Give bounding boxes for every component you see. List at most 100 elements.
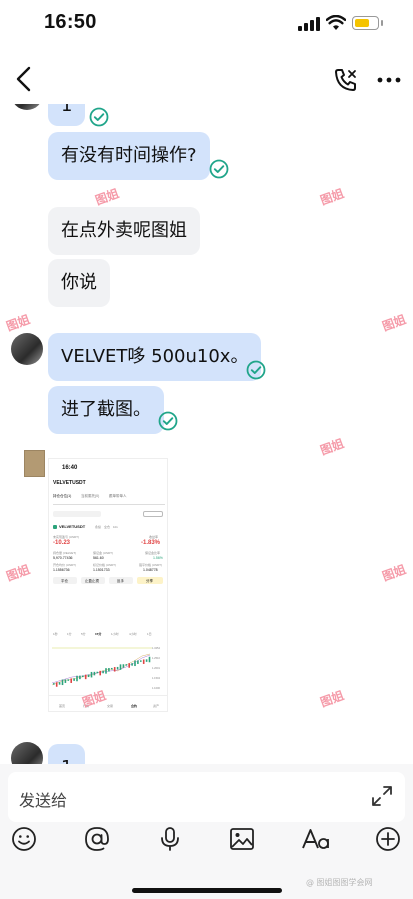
screenshot-image[interactable]: 16:40 VELVETUSDT 持仓仓位(1) 当前委托(0) 跟单带单人 V…	[48, 458, 168, 712]
candle	[113, 667, 116, 672]
shot-stat-label: 持仓量 (VELVET)	[53, 551, 77, 555]
shot-button: 止盈止损	[85, 578, 99, 583]
candle	[55, 682, 58, 687]
read-check-icon	[209, 159, 229, 179]
shot-tab: 当前委托(0)	[81, 494, 100, 498]
font-icon[interactable]	[301, 826, 331, 852]
chat-messages[interactable]: 1 有没有时间操作? 在点外卖呢图姐 你说 VELVET哆 500u10x。 进…	[0, 104, 413, 764]
shot-pnl-value: -10.23	[53, 540, 71, 546]
candle	[84, 674, 87, 680]
shot-symbol: VELVETUSDT	[53, 480, 86, 486]
candle	[87, 674, 90, 678]
candle	[96, 671, 99, 674]
shot-timeframe: 4小时	[129, 632, 137, 636]
shot-button: 分享	[146, 578, 153, 583]
expand-icon[interactable]	[370, 784, 394, 808]
candle	[122, 664, 125, 668]
shot-pnl-label: 未实现盈亏 (USDT)	[53, 535, 79, 539]
message-bubble[interactable]: 1	[48, 744, 86, 764]
input-placeholder: 发送给	[19, 791, 68, 810]
message-input[interactable]: 发送给	[8, 772, 405, 822]
read-check-icon	[89, 107, 109, 127]
candle	[53, 683, 55, 685]
message-bubble[interactable]: 有没有时间操作?	[48, 132, 210, 180]
candle	[145, 659, 148, 662]
message-bubble[interactable]: 在点外卖呢图姐	[48, 207, 200, 255]
shot-nav-item: 首页	[59, 704, 66, 708]
more-icon[interactable]	[374, 66, 404, 94]
candle	[134, 660, 136, 667]
shot-stat-label: 保证金比率	[145, 551, 161, 555]
composer: 发送给 @ 图姐图图学会网	[0, 764, 413, 899]
message-bubble[interactable]: VELVET哆 500u10x。	[48, 333, 262, 381]
shot-price: 1.3254	[152, 646, 160, 650]
avatar[interactable]	[11, 104, 43, 110]
shot-stat-value: 1.1556736	[53, 568, 70, 572]
candle	[137, 660, 139, 664]
candle	[64, 679, 67, 683]
avatar[interactable]	[11, 333, 43, 365]
shot-timeframes: 1秒 1分 5分 15分 1小时 4小时 1日	[53, 632, 165, 638]
read-check-icon	[246, 360, 266, 380]
candle	[82, 675, 84, 678]
candle	[111, 667, 113, 670]
candle	[108, 668, 110, 672]
footer-credit: @ 图姐图图学会网	[306, 878, 373, 887]
shot-bottom-nav: 首页 行情 交易 合约 资产	[49, 699, 167, 711]
shot-timeframe: 1小时	[111, 632, 119, 636]
candle	[67, 679, 70, 681]
shot-stat-label: 强平价格 (USDT)	[139, 563, 162, 567]
shot-price: 1.1504	[152, 676, 160, 680]
shot-timeframe: 5分	[81, 632, 86, 636]
read-check-icon	[158, 411, 178, 431]
avatar[interactable]	[11, 742, 43, 764]
shot-pair: VELVETUSDT	[59, 524, 86, 529]
message-bubble[interactable]: 进了截图。	[48, 386, 164, 434]
candle	[140, 660, 142, 662]
shot-nav-item: 合约	[131, 704, 138, 708]
shot-tab: 持仓仓位(1)	[53, 494, 72, 498]
candle	[79, 675, 81, 680]
voice-call-icon[interactable]	[332, 66, 360, 94]
image-thumbnail[interactable]	[24, 450, 45, 477]
back-button[interactable]	[10, 64, 40, 94]
shot-pair-tag: 10x	[113, 525, 118, 529]
status-time: 16:50	[44, 11, 97, 33]
watermark: 图姐	[4, 562, 32, 584]
watermark: 图姐	[380, 312, 408, 334]
cellular-signal-icon	[298, 17, 320, 31]
microphone-icon[interactable]	[157, 826, 183, 852]
watermark: 图姐	[318, 186, 346, 208]
shot-stat-value: 1.56%	[153, 556, 163, 560]
message-bubble[interactable]: 你说	[48, 259, 110, 307]
status-bar: 16:50	[0, 0, 413, 50]
candle	[119, 664, 122, 670]
shot-stat-value: 561.60	[93, 556, 104, 560]
candle	[99, 670, 101, 676]
shot-button: 反手	[117, 578, 124, 583]
watermark: 图姐	[318, 688, 346, 710]
candle	[70, 678, 72, 683]
shot-timeframe: 15分	[95, 632, 102, 636]
shot-stat-value: 1.048778	[143, 568, 158, 572]
shot-tab: 跟单带单人	[109, 494, 127, 498]
candle	[93, 671, 96, 676]
battery-icon	[352, 16, 379, 30]
shot-roe-label: 收益率	[149, 535, 159, 539]
shot-nav-item: 交易	[107, 704, 114, 708]
message-bubble[interactable]: 1	[48, 104, 86, 126]
shot-stat-label: 标记价格 (USDT)	[93, 563, 116, 567]
watermark: 图姐	[318, 436, 346, 458]
candle	[116, 666, 119, 670]
candle	[58, 682, 61, 685]
shot-pair-tag: 全仓	[104, 525, 111, 529]
image-icon[interactable]	[229, 826, 255, 852]
mention-icon[interactable]	[84, 826, 110, 852]
candle	[105, 668, 107, 674]
candlestick-chart: 1.3254 1.2510 1.2001 1.1504 1.1000	[52, 646, 160, 690]
candle	[90, 671, 93, 678]
shot-stat-label: 开仓均价 (USDT)	[53, 563, 76, 567]
emoji-icon[interactable]	[11, 826, 37, 852]
add-icon[interactable]	[375, 826, 401, 852]
watermark: 图姐	[4, 312, 32, 334]
